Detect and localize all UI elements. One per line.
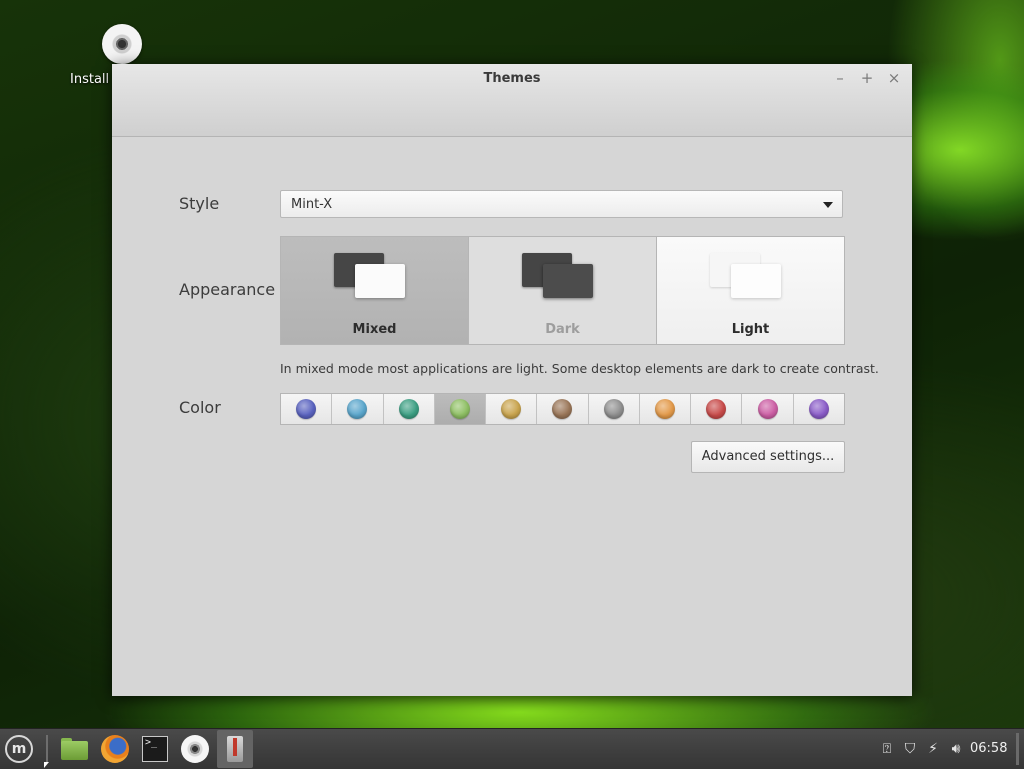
firefox-launcher[interactable]	[99, 733, 131, 765]
menu-icon: m	[5, 735, 33, 763]
mixed-preview-front	[355, 264, 405, 298]
minimize-button[interactable]: –	[830, 68, 850, 88]
firefox-icon	[101, 735, 129, 763]
style-label: Style	[179, 194, 220, 213]
color-swatch-button[interactable]	[384, 394, 435, 424]
maximize-button[interactable]: +	[857, 68, 877, 88]
clock[interactable]: 06:58	[970, 739, 1007, 759]
light-preview-front	[731, 264, 781, 298]
color-dot	[654, 399, 675, 419]
disc-icon	[102, 24, 142, 64]
color-dot	[398, 399, 419, 419]
color-selector	[280, 393, 845, 425]
taskbar: m >_ ⍰ ⛉ ⚡ 🔊︎ 06:58	[0, 728, 1024, 769]
themes-window: Themes – + × Style Mint-X Appearance Mix…	[112, 64, 912, 696]
color-dot	[347, 399, 368, 419]
color-label: Color	[179, 398, 221, 417]
appearance-option-label: Dark	[545, 322, 580, 337]
color-dot	[449, 399, 470, 419]
appearance-option-light[interactable]: Light	[657, 237, 844, 344]
color-swatch-button[interactable]	[434, 394, 487, 424]
color-dot	[552, 399, 573, 419]
shield-icon[interactable]: ⛉	[901, 739, 919, 759]
mouse-pointer	[44, 762, 49, 768]
color-swatch-button[interactable]	[332, 394, 384, 424]
files-launcher[interactable]	[58, 733, 90, 765]
color-dot	[757, 399, 778, 419]
show-desktop-button[interactable]	[1016, 733, 1019, 765]
appearance-option-mixed[interactable]: Mixed	[281, 237, 469, 344]
volume-icon[interactable]: 🔊︎	[946, 739, 966, 759]
color-swatch-button[interactable]	[691, 394, 743, 424]
color-dot	[501, 399, 522, 419]
installer-launcher[interactable]	[179, 733, 211, 765]
appearance-label: Appearance	[179, 280, 276, 299]
menu-button[interactable]: m	[3, 733, 35, 765]
color-swatch-button[interactable]	[589, 394, 640, 424]
window-title: Themes	[483, 71, 541, 86]
close-button[interactable]: ×	[884, 68, 904, 88]
color-swatch-button[interactable]	[640, 394, 692, 424]
disc-icon	[181, 735, 209, 763]
advanced-settings-button[interactable]: Advanced settings...	[691, 441, 845, 473]
style-dropdown-value: Mint-X	[291, 197, 333, 212]
appearance-description: In mixed mode most applications are ligh…	[280, 361, 879, 376]
chevron-down-icon	[823, 202, 833, 208]
appearance-selector: Mixed Dark Light	[280, 236, 845, 345]
taskbar-separator	[46, 735, 48, 763]
update-icon[interactable]: ⍰	[878, 739, 896, 759]
themes-icon	[227, 736, 243, 762]
appearance-option-dark[interactable]: Dark	[469, 237, 657, 344]
color-swatch-button[interactable]	[486, 394, 538, 424]
folder-icon	[61, 741, 88, 760]
color-swatch-button[interactable]	[794, 394, 844, 424]
color-swatch-button[interactable]	[742, 394, 794, 424]
terminal-icon: >_	[142, 736, 168, 762]
terminal-launcher[interactable]: >_	[139, 733, 171, 765]
color-dot	[603, 399, 624, 419]
network-icon[interactable]: ⚡	[924, 739, 942, 759]
color-swatch-button[interactable]	[537, 394, 589, 424]
color-swatch-button[interactable]	[281, 394, 333, 424]
appearance-option-label: Mixed	[352, 322, 397, 337]
color-dot	[296, 399, 317, 419]
color-dot	[808, 399, 829, 419]
window-titlebar[interactable]: Themes – + ×	[112, 64, 912, 137]
style-dropdown[interactable]: Mint-X	[280, 190, 843, 218]
dark-preview-front	[543, 264, 593, 298]
appearance-option-label: Light	[731, 322, 770, 337]
color-dot	[706, 399, 727, 419]
taskbar-window-themes[interactable]	[217, 730, 253, 768]
